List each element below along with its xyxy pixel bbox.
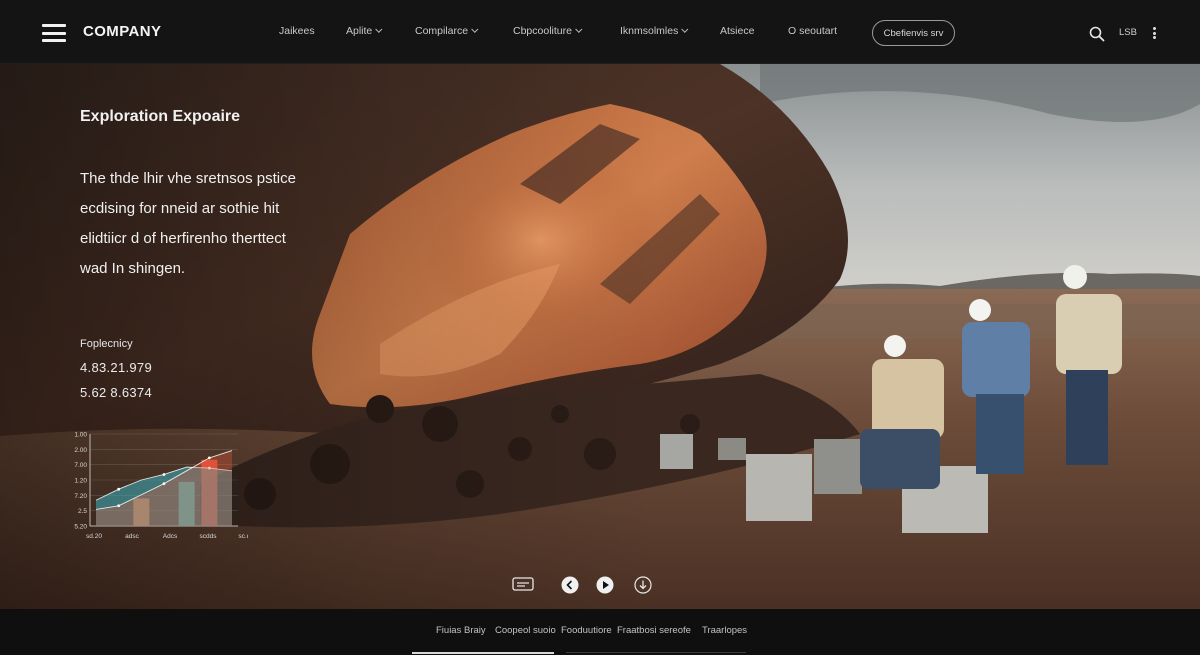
- chevron-down-icon: [471, 25, 479, 33]
- y-tick-label: 5.20: [74, 524, 87, 531]
- x-tick-label: sc.ds: [238, 533, 248, 540]
- hero-line: elidtiicr d of herfirenho therttect: [80, 230, 286, 247]
- hero-line: ecdising for nneid ar sothie hit: [80, 200, 280, 217]
- search-icon[interactable]: [1089, 26, 1105, 42]
- chart-point: [162, 473, 166, 476]
- nav-item-aplite[interactable]: Aplite: [346, 25, 383, 37]
- footer-link[interactable]: Fiuias Braiy: [436, 625, 486, 636]
- chevron-left-icon[interactable]: [561, 576, 579, 599]
- download-icon[interactable]: [634, 576, 652, 599]
- chart-point: [207, 456, 211, 460]
- chevron-down-icon: [375, 25, 383, 33]
- contact-button[interactable]: Cbefienvis srv: [872, 20, 955, 46]
- chart-area: [96, 450, 232, 526]
- play-icon[interactable]: [596, 576, 614, 599]
- stat-label: Foplecnicy: [80, 338, 133, 350]
- y-tick-label: 1.00: [74, 432, 87, 439]
- stat-value: 4.83.21.979: [80, 360, 152, 375]
- nav-item-seoutart[interactable]: O seoutart: [788, 25, 837, 37]
- x-tick-label: sd.20: [86, 533, 102, 540]
- stat-value: 5.62 8.6374: [80, 385, 152, 400]
- bottom-bar: Fiuias Braiy Coopeol suoio Fooduutiore F…: [0, 609, 1200, 655]
- y-tick-label: 7.00: [74, 462, 87, 469]
- caption-icon[interactable]: [512, 576, 534, 597]
- language-selector[interactable]: LSB: [1119, 27, 1137, 38]
- hero-section: Exploration Expoaire The thde lhir vhe s…: [0, 64, 1200, 609]
- nav-item-iknmsolmles[interactable]: Iknmsolmles: [620, 25, 689, 37]
- brand-logo[interactable]: COMPANY: [83, 23, 161, 40]
- y-tick-label: 2.5: [78, 508, 87, 515]
- y-tick-label: 2.00: [74, 447, 87, 454]
- x-tick-label: adsc: [125, 533, 139, 540]
- chevron-down-icon: [681, 25, 689, 33]
- hamburger-icon[interactable]: [42, 24, 66, 42]
- nav-item-cbpcooliture[interactable]: Cbpcooliture: [513, 25, 583, 37]
- nav-item-atsiece[interactable]: Atsiece: [720, 25, 754, 37]
- top-navigation: COMPANY Jaikees Aplite Compilarce Cbpcoo…: [0, 0, 1200, 64]
- footer-link[interactable]: Coopeol suoio: [495, 625, 556, 636]
- mini-chart: 1.00 2.00 7.00 1.20 7.20 2.5 5.20 sd.20 adsc Adcs…: [74, 432, 248, 541]
- kebab-icon[interactable]: [1153, 27, 1157, 39]
- y-tick-label: 7.20: [74, 493, 87, 500]
- hero-line: wad In shingen.: [80, 260, 186, 277]
- hero-line: The thde lhir vhe sretnsos pstice: [80, 170, 296, 187]
- y-tick-label: 1.20: [74, 478, 87, 485]
- tab-divider: [566, 652, 746, 653]
- active-tab-indicator: [412, 652, 554, 654]
- chart-point: [117, 487, 121, 491]
- x-tick-label: Adcs: [163, 533, 178, 540]
- hero-description: The thde lhir vhe sretnsos pstice ecdisi…: [80, 164, 340, 284]
- nav-item-jaikees[interactable]: Jaikees: [279, 25, 315, 37]
- chart-point: [117, 504, 121, 508]
- chart-point: [162, 482, 166, 486]
- hero-eyebrow: Exploration Expoaire: [80, 108, 241, 125]
- footer-link[interactable]: Fooduutiore: [561, 625, 612, 636]
- footer-link[interactable]: Traarlopes: [702, 625, 747, 636]
- footer-link[interactable]: Fraatbosi sereofe: [617, 625, 691, 636]
- nav-item-compilarce[interactable]: Compilarce: [415, 25, 479, 37]
- x-tick-label: scdds: [200, 533, 218, 540]
- chevron-down-icon: [575, 25, 583, 33]
